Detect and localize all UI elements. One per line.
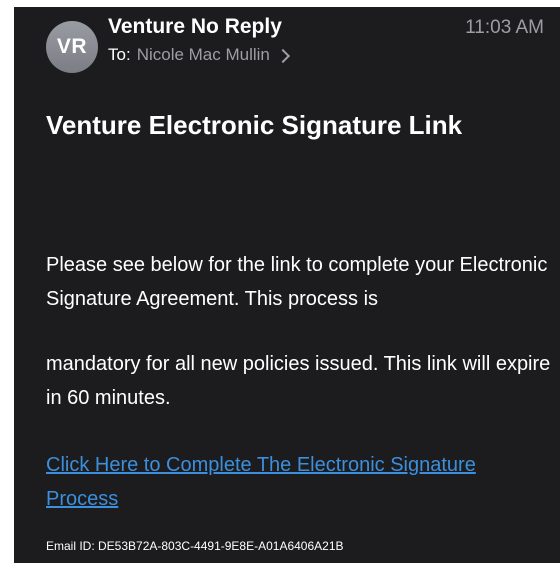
recipient-name[interactable]: Nicole Mac Mullin xyxy=(137,45,270,65)
signature-link[interactable]: Click Here to Complete The Electronic Si… xyxy=(46,448,546,516)
to-label: To: xyxy=(108,45,131,64)
email-subject: Venture Electronic Signature Link xyxy=(46,110,463,140)
body-paragraph-2: mandatory for all new policies issued. T… xyxy=(46,353,551,409)
email-view: VR Venture No Reply 11:03 AM To: Nicole … xyxy=(14,7,560,563)
body-paragraph-1: Please see below for the link to complet… xyxy=(46,254,548,310)
avatar[interactable]: VR xyxy=(46,21,98,73)
chevron-right-icon[interactable] xyxy=(275,48,290,63)
email-id: Email ID: DE53B72A-803C-4491-9E8E-A01A64… xyxy=(46,539,344,553)
avatar-initials: VR xyxy=(56,35,88,58)
timestamp: 11:03 AM xyxy=(465,17,544,38)
sender-name[interactable]: Venture No Reply xyxy=(108,15,282,39)
recipient-row[interactable]: To: Nicole Mac Mullin xyxy=(108,45,290,65)
